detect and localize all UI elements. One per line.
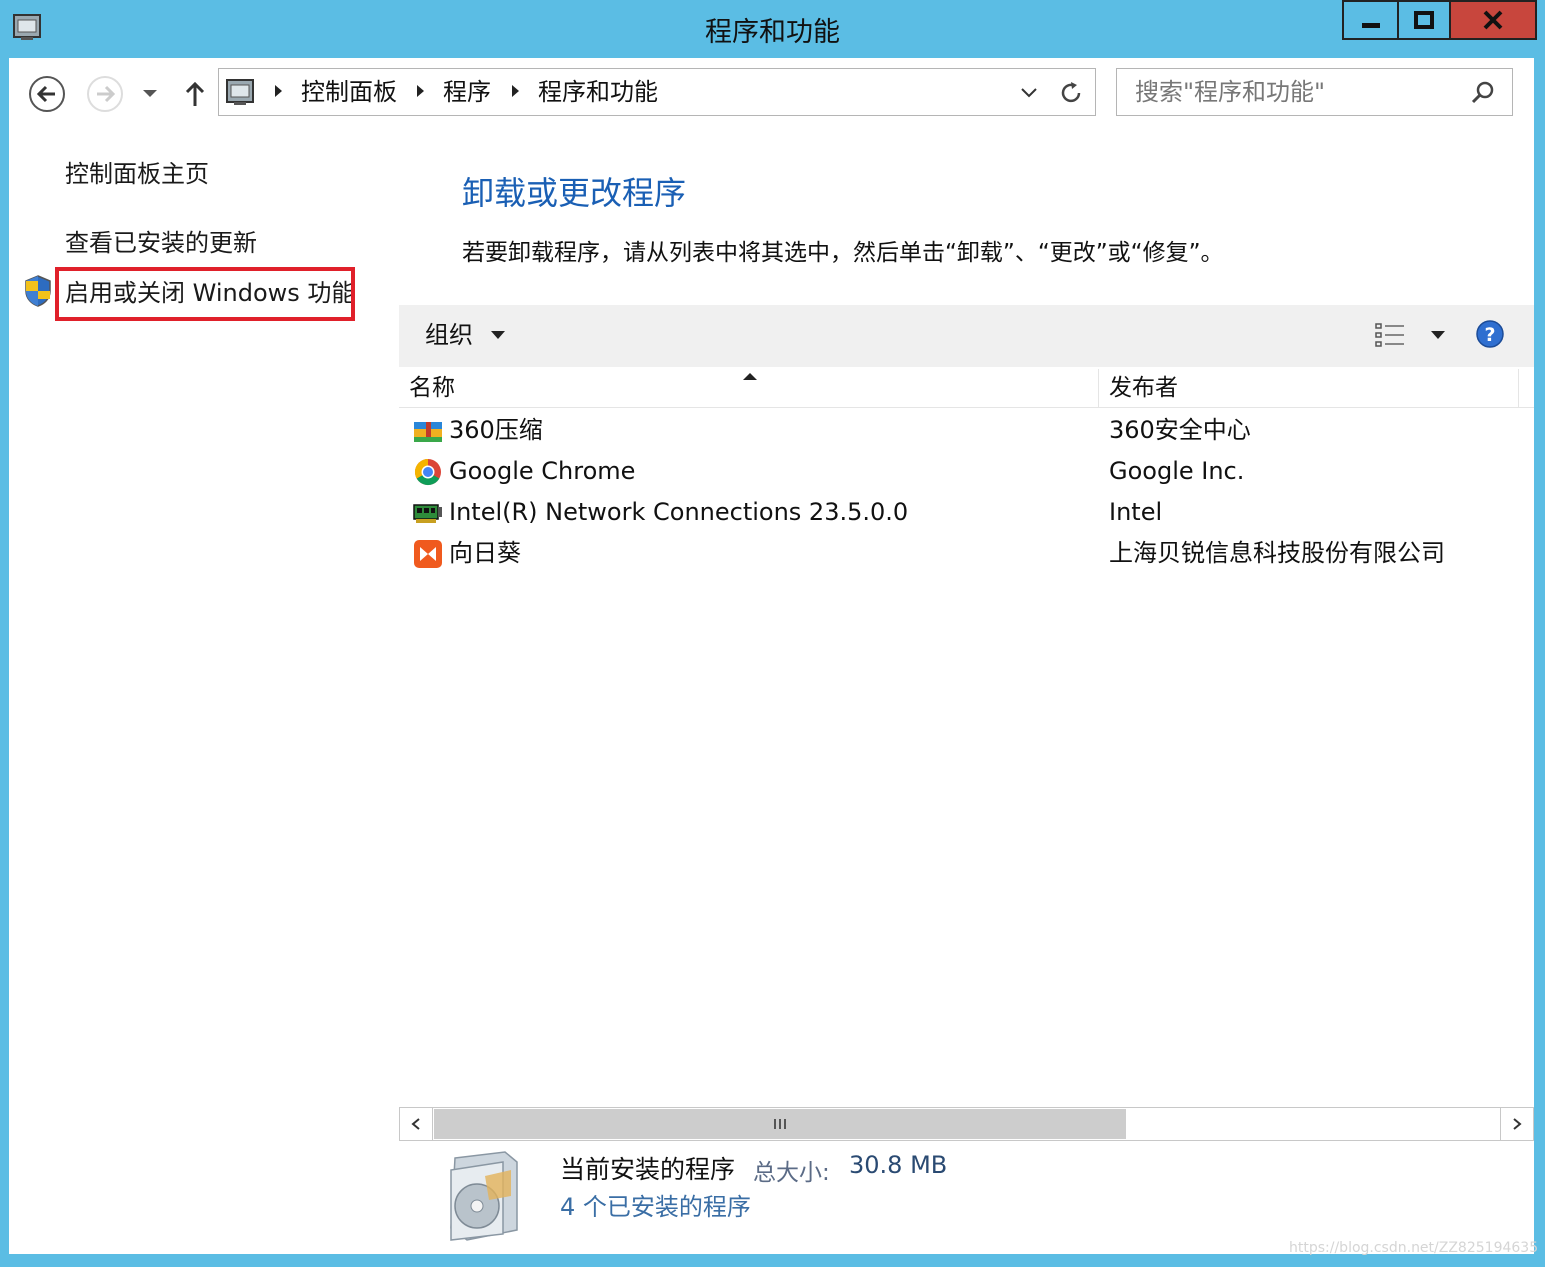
column-header-publisher[interactable]: 发布者 [1099,369,1519,407]
360zip-icon [413,416,443,446]
breadcrumb-separator-icon [417,85,424,97]
organize-button[interactable]: 组织 [425,317,473,353]
program-publisher: 360安全中心 [1109,416,1251,444]
sidebar-item-view-installed-updates[interactable]: 查看已安装的更新 [65,226,257,260]
window-client: 控制面板 程序 程序和功能 控制面板主页 查看已安装的更新 启用或关闭 Wind… [9,58,1538,1256]
address-dropdown-button[interactable] [1019,83,1039,103]
forward-arrow-icon [87,76,123,112]
chevron-left-icon [411,1118,420,1130]
minimize-button[interactable] [1342,0,1397,40]
organize-dropdown-icon[interactable] [491,331,505,339]
scroll-left-button[interactable] [400,1108,433,1140]
breadcrumb-programs[interactable]: 程序 [443,75,491,109]
horizontal-scrollbar[interactable] [399,1107,1534,1141]
up-button[interactable] [181,78,209,110]
program-publisher: Intel [1109,498,1163,526]
svg-text:?: ? [1484,324,1495,346]
minimize-icon [1361,23,1380,28]
breadcrumb-separator-icon [275,85,282,97]
breadcrumb-programs-and-features[interactable]: 程序和功能 [538,75,658,109]
address-bar[interactable]: 控制面板 程序 程序和功能 [218,68,1096,116]
network-card-icon [413,498,443,528]
recent-locations-button[interactable] [139,84,161,104]
highlight-annotation [55,267,355,321]
close-button[interactable] [1449,0,1537,40]
grip-icon [774,1119,786,1129]
view-options-dropdown-icon[interactable] [1431,331,1445,339]
command-toolbar: 组织 ? [399,305,1534,367]
chevron-right-icon [1513,1118,1522,1130]
program-publisher: Google Inc. [1109,457,1245,485]
shield-icon [23,274,53,308]
program-row-360zip[interactable]: 360压缩 360安全中心 [399,410,1534,450]
program-row-intel-network[interactable]: Intel(R) Network Connections 23.5.0.0 In… [399,492,1534,532]
refresh-icon [1061,82,1081,103]
up-arrow-icon [185,81,205,106]
help-icon[interactable]: ? [1475,319,1505,349]
status-title: 当前安装的程序 [560,1155,736,1184]
status-program-count: 4 个已安装的程序 [560,1193,751,1221]
chrome-icon [413,457,443,487]
program-name: Intel(R) Network Connections 23.5.0.0 [449,498,909,526]
program-publisher: 上海贝锐信息科技股份有限公司 [1109,539,1445,567]
program-name: 向日葵 [449,539,521,567]
program-row-sunflower[interactable]: 向日葵 上海贝锐信息科技股份有限公司 [399,533,1534,573]
close-icon [1483,10,1503,30]
list-column-header: 名称 发布者 [399,369,1534,408]
status-size-label: 总大小: [753,1160,830,1186]
window-title: 程序和功能 [705,17,840,48]
back-arrow-icon [29,76,65,112]
navigation-bar: 控制面板 程序 程序和功能 [9,58,1534,128]
title-bar: 程序和功能 [0,0,1545,58]
installed-programs-icon [437,1148,527,1244]
search-input[interactable] [1127,75,1473,109]
scrollbar-thumb[interactable] [434,1109,1126,1139]
sidebar-item-control-panel-home[interactable]: 控制面板主页 [65,157,209,191]
refresh-button[interactable] [1057,79,1085,107]
search-icon[interactable] [1469,79,1497,107]
search-box[interactable] [1116,68,1513,116]
breadcrumb-control-panel[interactable]: 控制面板 [301,75,397,109]
scroll-right-button[interactable] [1500,1108,1533,1140]
program-name: 360压缩 [449,416,543,444]
page-description: 若要卸载程序，请从列表中将其选中，然后单击“卸载”、“更改”或“修复”。 [462,240,1224,266]
maximize-icon [1414,11,1434,29]
chevron-down-icon [143,90,157,97]
sunflower-icon [413,539,443,569]
program-row-google-chrome[interactable]: Google Chrome Google Inc. [399,451,1534,491]
maximize-button[interactable] [1397,0,1449,40]
page-title: 卸载或更改程序 [462,174,687,212]
watermark: https://blog.csdn.net/ZZ825194635 [1289,1240,1539,1256]
view-details-icon[interactable] [1374,321,1406,349]
program-name: Google Chrome [449,457,636,485]
sort-ascending-icon [743,373,757,380]
control-panel-icon [225,77,255,107]
breadcrumb-separator-icon [512,85,519,97]
forward-button[interactable] [85,74,125,114]
chevron-down-icon [1021,88,1037,98]
status-size-value: 30.8 MB [849,1151,948,1179]
back-button[interactable] [27,74,67,114]
